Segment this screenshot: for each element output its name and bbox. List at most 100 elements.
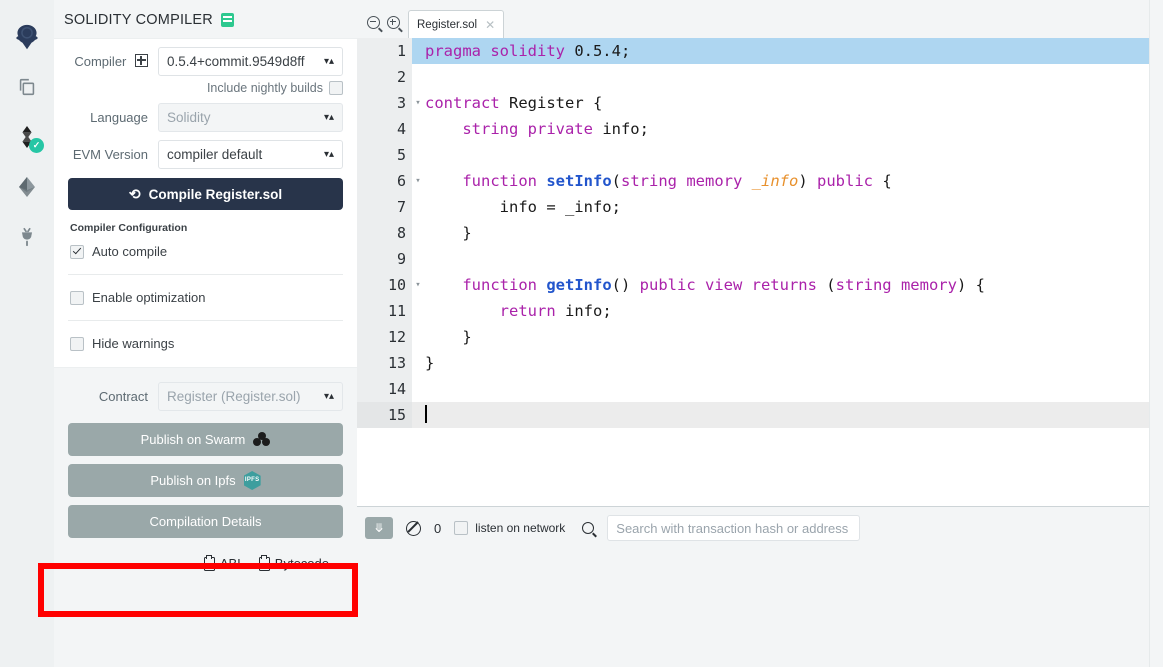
copy-files-glyph <box>19 78 35 96</box>
code-token: ( <box>826 276 836 294</box>
code-token: ; <box>620 42 631 60</box>
code-line[interactable]: 12 } <box>357 324 1163 350</box>
fold-toggle-icon[interactable]: ▾ <box>413 272 423 298</box>
code-token: return <box>499 302 556 320</box>
solidity-compiler-icon[interactable]: ✓ <box>0 112 54 162</box>
evm-version-select[interactable]: compiler default ▾▴ <box>158 140 343 169</box>
code-line-text: } <box>357 220 1163 246</box>
code-line[interactable]: 9 <box>357 246 1163 272</box>
code-line[interactable]: 15 <box>357 402 1163 428</box>
plugin-icon-bar: ✓ <box>0 0 55 667</box>
divider <box>68 320 343 321</box>
publish-on-swarm-button[interactable]: Publish on Swarm <box>68 423 343 456</box>
code-token: } <box>425 328 472 346</box>
code-token: public <box>817 172 873 190</box>
code-line[interactable]: 5 <box>357 142 1163 168</box>
code-line-text: function getInfo() public view returns (… <box>357 272 1163 298</box>
tab-register-sol[interactable]: Register.sol ✕ <box>408 10 505 39</box>
chevron-updown-icon: ▾▴ <box>323 55 334 67</box>
compiler-version-value: 0.5.4+commit.9549d8ff <box>167 54 305 69</box>
terminal-search-input[interactable] <box>607 515 861 541</box>
compiler-settings-card: Compiler 0.5.4+commit.9549d8ff ▾▴ Includ… <box>54 38 357 368</box>
copy-bytecode-button[interactable]: Bytecode <box>258 554 329 571</box>
hide-warnings-checkbox[interactable] <box>70 336 84 351</box>
enable-optimization-checkbox[interactable] <box>70 290 84 305</box>
code-line-text <box>357 402 1163 428</box>
fold-toggle-icon[interactable]: ▾ <box>413 90 423 116</box>
auto-compile-label: Auto compile <box>92 244 168 259</box>
code-lines: 1 pragma solidity 0.5.4; 2 3 ▾ contract Regis… <box>357 38 1163 428</box>
code-token: ) { <box>956 276 985 294</box>
deploy-run-icon[interactable] <box>0 162 54 212</box>
compiler-version-select[interactable]: 0.5.4+commit.9549d8ff ▾▴ <box>158 47 343 76</box>
code-line[interactable]: 11 return info; <box>357 298 1163 324</box>
fold-toggle-icon[interactable]: ▾ <box>413 168 423 194</box>
code-token: () <box>611 276 640 294</box>
compile-success-badge: ✓ <box>29 138 44 153</box>
language-value: Solidity <box>167 110 211 125</box>
divider <box>68 274 343 275</box>
terminal-toggle-button[interactable]: ⤋ <box>365 517 393 539</box>
code-token: string memory <box>835 276 957 294</box>
publish-on-ipfs-button[interactable]: Publish on Ipfs IPFS <box>68 464 343 497</box>
ipfs-icon: IPFS <box>243 471 261 490</box>
line-number: 7 <box>357 194 412 220</box>
code-line-text: contract Register { <box>357 90 1163 116</box>
auto-compile-row[interactable]: Auto compile <box>68 242 343 261</box>
enable-optimization-row[interactable]: Enable optimization <box>68 288 343 307</box>
code-line[interactable]: 7 info = _info; <box>357 194 1163 220</box>
compilation-details-button[interactable]: Compilation Details <box>68 505 343 538</box>
evm-version-label: EVM Version <box>72 147 148 162</box>
close-icon[interactable]: ✕ <box>485 19 495 31</box>
language-select[interactable]: Solidity ▾▴ <box>158 103 343 132</box>
code-line[interactable]: 1 pragma solidity 0.5.4; <box>357 38 1163 64</box>
code-token: info; <box>602 120 649 138</box>
plug-glyph <box>21 227 33 247</box>
line-number: 13 <box>357 350 412 376</box>
publish-on-ipfs-label: Publish on Ipfs <box>150 473 236 488</box>
code-line[interactable]: 3 ▾ contract Register { <box>357 90 1163 116</box>
code-line[interactable]: 6 ▾ function setInfo(string memory _info)… <box>357 168 1163 194</box>
zoom-in-icon[interactable] <box>387 16 400 29</box>
code-token: public view returns <box>639 276 827 294</box>
code-line[interactable]: 4 string private info; <box>357 116 1163 142</box>
documentation-book-icon[interactable] <box>220 13 234 27</box>
evm-version-row: EVM Version compiler default ▾▴ <box>68 140 343 169</box>
listen-on-network-row[interactable]: listen on network <box>454 521 565 535</box>
include-nightly-checkbox[interactable] <box>329 81 343 95</box>
tab-label: Register.sol <box>417 18 478 31</box>
ban-icon[interactable] <box>406 520 421 536</box>
code-line[interactable]: 13} <box>357 350 1163 376</box>
code-line-text: } <box>357 324 1163 350</box>
hide-warnings-row[interactable]: Hide warnings <box>68 334 343 353</box>
listen-on-network-checkbox[interactable] <box>454 521 469 535</box>
code-line-text: return info; <box>357 298 1163 324</box>
plus-square-icon[interactable] <box>135 54 148 67</box>
copy-row: ABI Bytecode <box>54 546 357 571</box>
line-number: 5 <box>357 142 412 168</box>
line-number: 11 <box>357 298 412 324</box>
zoom-out-icon[interactable] <box>367 16 380 29</box>
code-token: } <box>425 224 472 242</box>
remix-home-icon[interactable] <box>0 12 54 62</box>
copy-abi-button[interactable]: ABI <box>203 554 241 571</box>
contract-label: Contract <box>98 389 148 404</box>
code-line[interactable]: 10 ▾ function getInfo() public view retur… <box>357 272 1163 298</box>
compile-button[interactable]: ⟳ Compile Register.sol <box>68 178 343 210</box>
plugin-manager-icon[interactable] <box>0 212 54 262</box>
code-line-text: function setInfo(string memory _info) pu… <box>357 168 1163 194</box>
line-number: 14 <box>357 376 412 402</box>
code-line[interactable]: 8 } <box>357 220 1163 246</box>
code-line[interactable]: 14 <box>357 376 1163 402</box>
file-explorers-icon[interactable] <box>0 62 54 112</box>
compiler-version-row: Compiler 0.5.4+commit.9549d8ff ▾▴ <box>68 47 343 76</box>
auto-compile-checkbox[interactable] <box>70 244 84 259</box>
contract-select[interactable]: Register (Register.sol) ▾▴ <box>158 382 343 411</box>
search-icon <box>582 522 595 534</box>
line-number: 2 <box>357 64 412 90</box>
language-row: Language Solidity ▾▴ <box>68 103 343 132</box>
code-line[interactable]: 2 <box>357 64 1163 90</box>
